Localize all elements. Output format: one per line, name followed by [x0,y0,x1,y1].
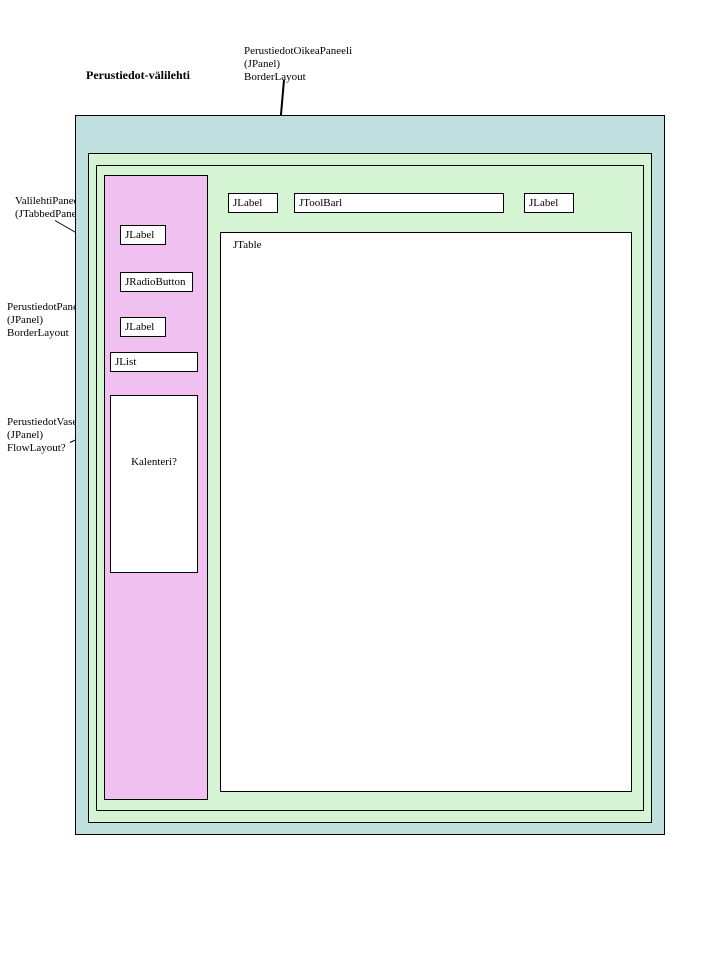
jlabel-box: JLabel [524,193,574,213]
jlabel-box: JLabel [228,193,278,213]
jlist-box: JList [110,352,198,372]
jtable-box: JTable [220,232,632,792]
calendar-box: Kalenteri? [110,395,198,573]
jradiobutton-box: JRadioButton [120,272,193,292]
annotation-top: PerustiedotOikeaPaneeli (JPanel) BorderL… [244,45,352,85]
jlabel-box: JLabel [120,317,166,337]
page-title: Perustiedot-välilehti [86,68,190,83]
jtoolbar-box: JToolBarl [294,193,504,213]
jlabel-box: JLabel [120,225,166,245]
